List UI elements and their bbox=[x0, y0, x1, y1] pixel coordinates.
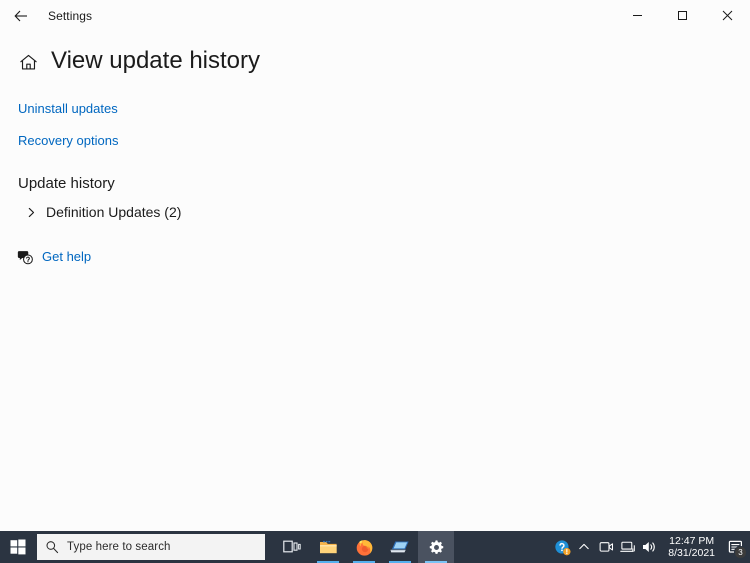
window-controls bbox=[615, 0, 750, 31]
recovery-options-row: Recovery options bbox=[18, 132, 750, 150]
app-title: Settings bbox=[48, 8, 93, 23]
page-links: Uninstall updates Recovery options bbox=[0, 83, 750, 150]
minimize-icon[interactable] bbox=[615, 0, 660, 31]
page-header: View update history bbox=[0, 31, 750, 83]
chevron-right-icon bbox=[23, 204, 39, 220]
clock[interactable]: 12:47 PM 8/31/2021 bbox=[661, 531, 722, 563]
help-bubble-icon bbox=[16, 248, 34, 266]
uninstall-updates-link[interactable]: Uninstall updates bbox=[18, 101, 118, 117]
camera-icon[interactable] bbox=[595, 531, 617, 563]
definition-updates-expander[interactable]: Definition Updates (2) bbox=[0, 194, 750, 223]
close-icon[interactable] bbox=[705, 0, 750, 31]
help-warning-icon[interactable] bbox=[551, 531, 573, 563]
firefox-icon[interactable] bbox=[346, 531, 382, 563]
title-bar: Settings bbox=[0, 0, 750, 31]
home-icon[interactable] bbox=[17, 52, 39, 74]
clock-time: 12:47 PM bbox=[669, 535, 715, 547]
content-area: View update history Uninstall updates Re… bbox=[0, 31, 750, 266]
remote-desktop-icon[interactable] bbox=[382, 531, 418, 563]
settings-window: Settings View update history Uninstall u… bbox=[0, 0, 750, 531]
action-center-icon[interactable]: 3 bbox=[722, 531, 750, 563]
search-placeholder: Type here to search bbox=[67, 541, 171, 553]
update-history-section-title: Update history bbox=[18, 175, 115, 192]
taskbar: Type here to search 12:47 PM 8/31/2021 3 bbox=[0, 531, 750, 563]
uninstall-updates-row: Uninstall updates bbox=[18, 100, 750, 118]
network-icon[interactable] bbox=[617, 531, 639, 563]
file-explorer-icon[interactable] bbox=[310, 531, 346, 563]
page-title: View update history bbox=[51, 47, 261, 74]
search-icon bbox=[37, 540, 67, 554]
recovery-options-link[interactable]: Recovery options bbox=[18, 133, 118, 149]
system-tray: 12:47 PM 8/31/2021 3 bbox=[551, 531, 750, 563]
volume-icon[interactable] bbox=[639, 531, 661, 563]
windows-logo-icon[interactable] bbox=[0, 531, 36, 563]
definition-updates-label: Definition Updates (2) bbox=[46, 204, 182, 220]
task-view-icon[interactable] bbox=[274, 531, 310, 563]
search-input[interactable]: Type here to search bbox=[37, 534, 265, 560]
maximize-icon[interactable] bbox=[660, 0, 705, 31]
get-help-link[interactable]: Get help bbox=[42, 249, 91, 265]
settings-gear-icon[interactable] bbox=[418, 531, 454, 563]
back-arrow-icon[interactable] bbox=[2, 2, 40, 30]
notification-badge: 3 bbox=[734, 546, 747, 559]
clock-date: 8/31/2021 bbox=[668, 547, 715, 559]
get-help-row[interactable]: Get help bbox=[0, 223, 750, 266]
show-hidden-icons-chevron[interactable] bbox=[573, 531, 595, 563]
